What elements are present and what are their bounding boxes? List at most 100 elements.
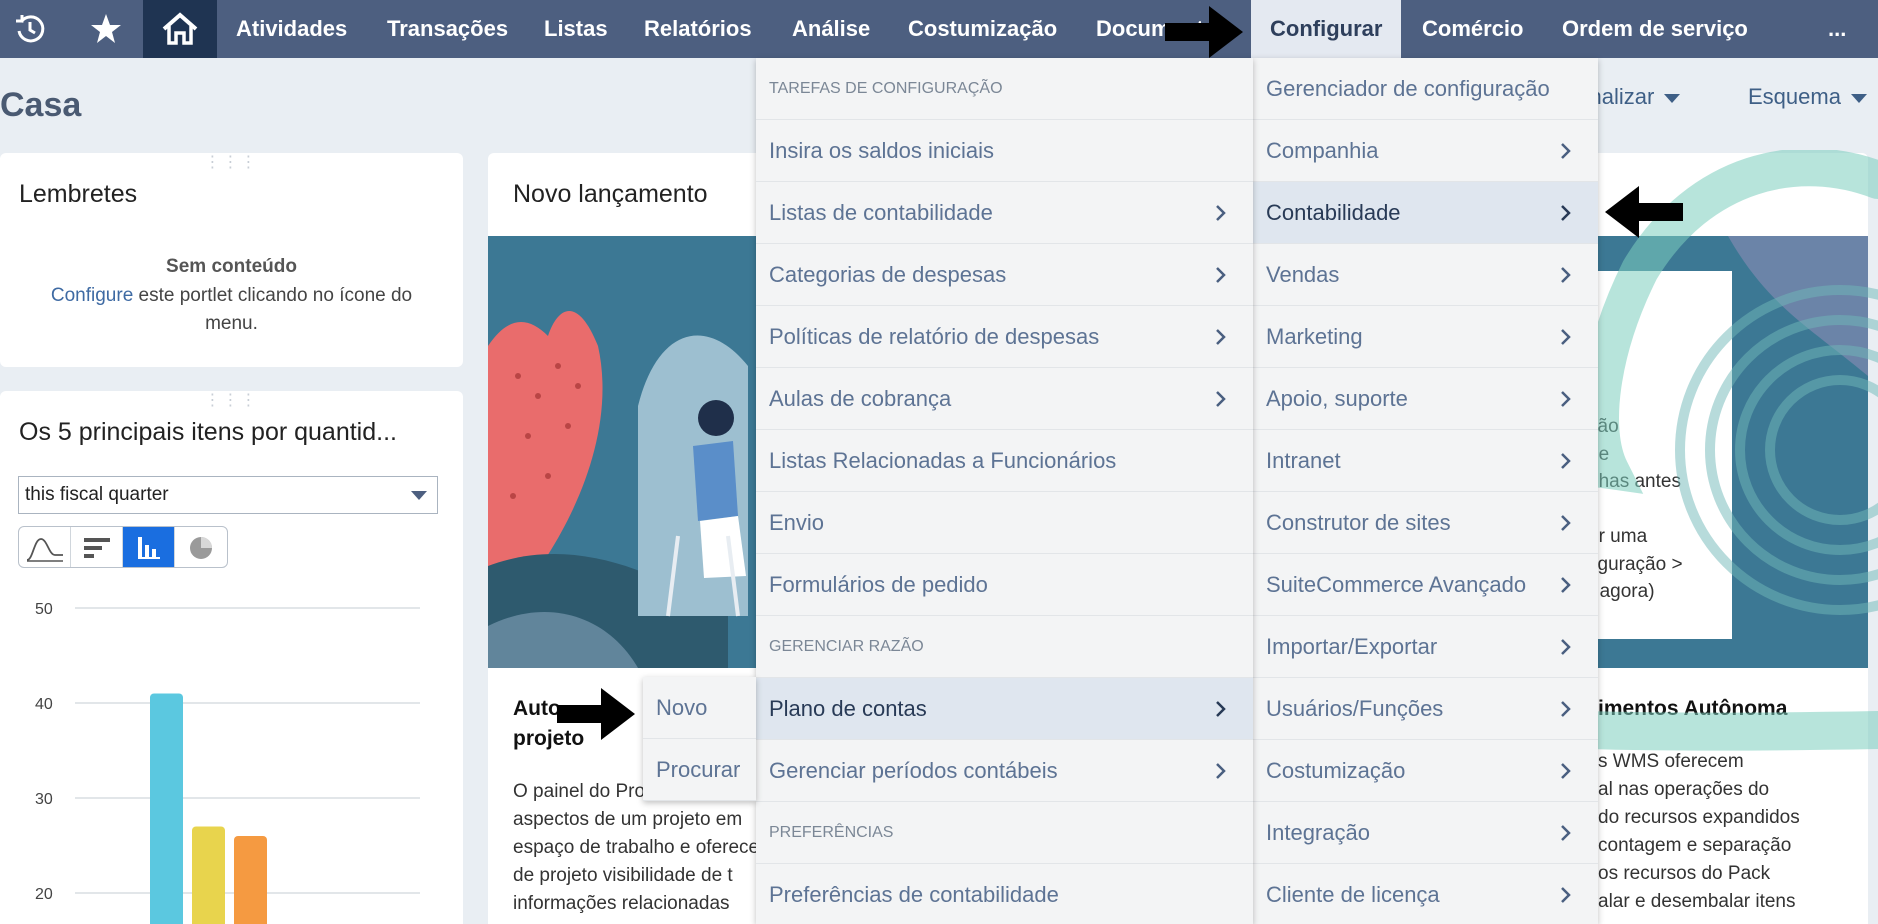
chevron-right-icon: [1215, 306, 1227, 368]
menu-item-marketing[interactable]: Marketing: [1253, 306, 1598, 368]
menu-item-contabilidade[interactable]: Contabilidade: [1253, 182, 1598, 244]
menu-item-gerenciador-configuracao[interactable]: Gerenciador de configuração: [1253, 58, 1598, 120]
article-text-line: informações relacionadas: [513, 893, 730, 914]
chevron-right-icon: [1215, 368, 1227, 430]
menu-item-listas-funcionarios[interactable]: Listas Relacionadas a Funcionários: [756, 430, 1253, 492]
nav-relatorios[interactable]: Relatórios: [644, 0, 752, 58]
horizontal-bar-chart-icon[interactable]: [71, 527, 123, 567]
page-title: Casa: [0, 86, 82, 124]
menu-item-label: Importar/Exportar: [1266, 634, 1438, 659]
menu-item-preferencias-contabilidade[interactable]: Preferências de contabilidade: [756, 864, 1253, 924]
menu-item-label: Integração: [1266, 820, 1370, 845]
chart-bar[interactable]: [150, 693, 183, 924]
menu-item-label: Plano de contas: [769, 696, 927, 721]
menu-item-label: Procurar: [656, 757, 741, 782]
chevron-right-icon: [1560, 120, 1572, 182]
plano-de-contas-submenu: Novo Procurar: [643, 677, 756, 801]
chart-bar[interactable]: [234, 836, 267, 924]
menu-item-novo[interactable]: Novo: [643, 677, 756, 739]
chevron-right-icon: [1560, 616, 1572, 678]
menu-item-listas-de-contabilidade[interactable]: Listas de contabilidade: [756, 182, 1253, 244]
menu-item-importar-exportar[interactable]: Importar/Exportar: [1253, 616, 1598, 678]
menu-item-label: Políticas de relatório de despesas: [769, 324, 1100, 349]
menu-section-header: PREFERÊNCIAS: [756, 802, 1253, 864]
menu-item-saldos-iniciais[interactable]: Insira os saldos iniciais: [756, 120, 1253, 182]
menu-item-apoio-suporte[interactable]: Apoio, suporte: [1253, 368, 1598, 430]
menu-item-intranet[interactable]: Intranet: [1253, 430, 1598, 492]
menu-item-label: Construtor de sites: [1266, 510, 1451, 535]
menu-item-construtor-de-sites[interactable]: Construtor de sites: [1253, 492, 1598, 554]
menu-item-label: Listas de contabilidade: [769, 200, 993, 225]
y-tick-label: 20: [35, 886, 53, 903]
column-chart-icon[interactable]: [123, 527, 175, 567]
layout-menu[interactable]: Esquema: [1748, 84, 1867, 110]
chevron-right-icon: [1560, 368, 1572, 430]
menu-item-vendas[interactable]: Vendas: [1253, 244, 1598, 306]
menu-item-formularios-de-pedido[interactable]: Formulários de pedido: [756, 554, 1253, 616]
nav-more-button[interactable]: ...: [1828, 0, 1846, 58]
menu-item-companhia[interactable]: Companhia: [1253, 120, 1598, 182]
nav-atividades[interactable]: Atividades: [236, 0, 347, 58]
nav-ordem-de-servico[interactable]: Ordem de serviço: [1562, 0, 1748, 58]
chart-bar[interactable]: [192, 826, 225, 924]
menu-item-label: Envio: [769, 510, 825, 535]
chevron-right-icon: [1560, 678, 1572, 740]
menu-item-categorias-de-despesas[interactable]: Categorias de despesas: [756, 244, 1253, 306]
top-navigation-bar: Atividades Transações Listas Relatórios …: [0, 0, 1878, 58]
recent-history-icon[interactable]: [0, 0, 60, 58]
menu-item-suitecommerce-avancado[interactable]: SuiteCommerce Avançado: [1253, 554, 1598, 616]
menu-item-label: Usuários/Funções: [1266, 696, 1444, 721]
menu-item-plano-de-contas[interactable]: Plano de contas: [756, 678, 1253, 740]
menu-section-header: TAREFAS DE CONFIGURAÇÃO: [756, 58, 1253, 120]
nav-analise[interactable]: Análise: [792, 0, 870, 58]
menu-item-procurar[interactable]: Procurar: [643, 739, 756, 801]
empty-state-text: Configure este portlet clicando no ícone…: [30, 282, 433, 338]
line-chart-icon[interactable]: [19, 527, 71, 567]
chevron-right-icon: [1560, 430, 1572, 492]
menu-item-politicas-de-relatorio[interactable]: Políticas de relatório de despesas: [756, 306, 1253, 368]
annotation-arrow-left-icon: [1605, 186, 1683, 238]
chevron-right-icon: [1560, 306, 1572, 368]
nav-listas[interactable]: Listas: [544, 0, 608, 58]
chevron-down-icon: [411, 491, 427, 500]
chevron-right-icon: [1560, 802, 1572, 864]
drag-handle-icon[interactable]: ⋮⋮⋮: [205, 393, 259, 409]
reminders-title: Lembretes: [19, 180, 138, 208]
menu-item-aulas-de-cobranca[interactable]: Aulas de cobrança: [756, 368, 1253, 430]
article-text-line: do recursos expandidos: [1598, 807, 1800, 828]
menu-item-costumizacao[interactable]: Costumização: [1253, 740, 1598, 802]
layout-label: Esquema: [1748, 84, 1841, 109]
nav-transacoes[interactable]: Transações: [387, 0, 508, 58]
menu-item-usuarios-funcoes[interactable]: Usuários/Funções: [1253, 678, 1598, 740]
article-text-line: al nas operações do: [1598, 779, 1770, 800]
menu-item-label: Intranet: [1266, 448, 1341, 473]
menu-item-envio[interactable]: Envio: [756, 492, 1253, 554]
menu-item-cliente-de-licenca[interactable]: Cliente de licença: [1253, 864, 1598, 924]
configurar-menu: Gerenciador de configuração Companhia Co…: [1253, 58, 1598, 924]
annotation-arrow-right-icon: [557, 688, 635, 740]
article-title[interactable]: Auto: [513, 694, 561, 724]
nav-configurar[interactable]: Configurar: [1251, 0, 1402, 58]
menu-item-integracao[interactable]: Integração: [1253, 802, 1598, 864]
article-text-line: os recursos do Pack: [1598, 863, 1771, 884]
menu-item-label: Costumização: [1266, 758, 1406, 783]
chevron-right-icon: [1560, 740, 1572, 802]
menu-item-label: Gerenciar períodos contábeis: [769, 758, 1058, 783]
home-icon[interactable]: [143, 0, 217, 58]
configure-link[interactable]: Configure: [51, 285, 133, 306]
article-text-line: alar e desembalar itens: [1598, 891, 1796, 912]
chevron-right-icon: [1215, 244, 1227, 306]
favorites-star-icon[interactable]: [76, 0, 136, 58]
period-select[interactable]: this fiscal quarter: [18, 476, 438, 514]
period-select-value: this fiscal quarter: [25, 484, 169, 505]
nav-comercio[interactable]: Comércio: [1422, 0, 1523, 58]
chevron-right-icon: [1215, 678, 1227, 740]
chevron-right-icon: [1560, 182, 1572, 244]
drag-handle-icon[interactable]: ⋮⋮⋮: [205, 155, 259, 171]
menu-item-label: Cliente de licença: [1266, 882, 1440, 907]
menu-item-periodos-contabeis[interactable]: Gerenciar períodos contábeis: [756, 740, 1253, 802]
nav-costumizacao[interactable]: Costumização: [908, 0, 1057, 58]
chevron-right-icon: [1215, 182, 1227, 244]
pie-chart-icon[interactable]: [175, 527, 227, 567]
chevron-right-icon: [1560, 492, 1572, 554]
